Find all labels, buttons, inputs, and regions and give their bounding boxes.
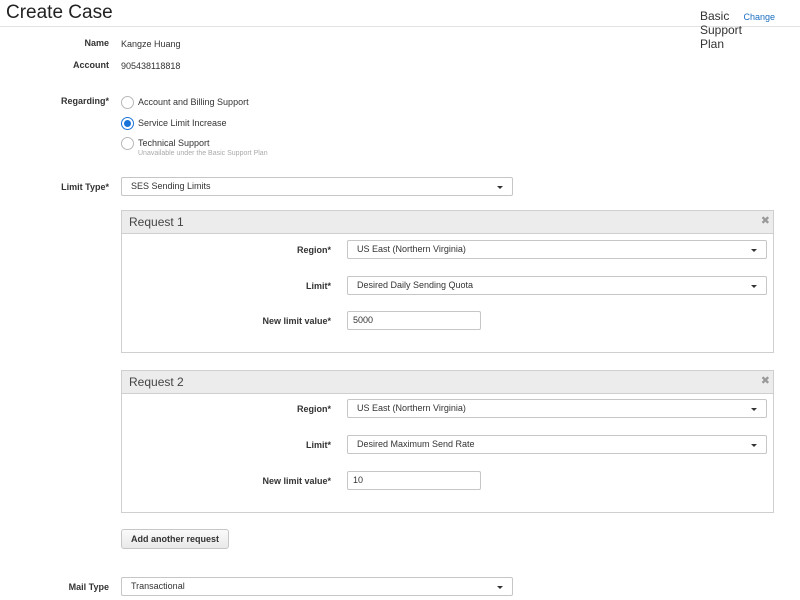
name-value: Kangze Huang [121,39,181,49]
caret-down-icon [751,285,757,288]
region-select[interactable]: US East (Northern Virginia) [347,240,767,259]
support-plan-label: Basic Support Plan [699,9,742,51]
caret-down-icon [751,444,757,447]
mail-type-label: Mail Type [68,582,109,592]
change-plan-link[interactable]: Change [743,12,775,22]
caret-down-icon [751,249,757,252]
account-value: 905438118818 [121,61,181,71]
regarding-label: Regarding* [60,96,109,106]
region-label: Region* [296,404,331,414]
close-icon[interactable]: ✖ [761,216,770,227]
new-limit-input[interactable]: 10 [347,471,481,490]
region-value: US East (Northern Virginia) [357,403,466,413]
radio-button[interactable] [121,137,134,150]
radio-service-limit[interactable]: Service Limit Increase [121,116,227,130]
new-limit-label: New limit value* [262,316,331,326]
panel-title: Request 1 [129,215,184,229]
radio-label: Technical Support [138,138,210,148]
mail-type-value: Transactional [131,581,185,591]
region-label: Region* [296,245,331,255]
radio-label-group: Technical Support Unavailable under the … [138,136,268,158]
limit-value: Desired Daily Sending Quota [357,280,474,290]
panel-header: Request 1 ✖ [122,211,773,234]
limit-type-value: SES Sending Limits [131,181,211,191]
radio-technical-support[interactable]: Technical Support Unavailable under the … [121,136,268,158]
panel-header: Request 2 ✖ [122,371,773,394]
radio-button-selected[interactable] [121,117,134,130]
new-limit-label: New limit value* [262,476,331,486]
account-label: Account [73,60,109,70]
radio-label: Service Limit Increase [138,118,227,128]
radio-label: Account and Billing Support [138,97,249,107]
region-value: US East (Northern Virginia) [357,244,466,254]
panel-title: Request 2 [129,375,184,389]
limit-select[interactable]: Desired Maximum Send Rate [347,435,767,454]
add-request-button[interactable]: Add another request [121,529,230,549]
radio-account-billing[interactable]: Account and Billing Support [121,95,249,109]
radio-button[interactable] [121,96,134,109]
radio-sublabel: Unavailable under the Basic Support Plan [138,150,268,157]
limit-type-select[interactable]: SES Sending Limits [121,177,513,196]
caret-down-icon [497,186,503,189]
name-label: Name [84,38,109,48]
limit-label: Limit* [305,281,331,291]
limit-value: Desired Maximum Send Rate [357,439,475,449]
limit-type-label: Limit Type* [61,182,109,192]
mail-type-select[interactable]: Transactional [121,577,513,596]
limit-select[interactable]: Desired Daily Sending Quota [347,276,767,295]
caret-down-icon [497,586,503,589]
page-title: Create Case [6,2,113,23]
region-select[interactable]: US East (Northern Virginia) [347,399,767,418]
new-limit-input[interactable]: 5000 [347,311,481,330]
page-header: Create Case Basic Support Plan Change [0,0,800,51]
caret-down-icon [751,408,757,411]
close-icon[interactable]: ✖ [761,376,770,387]
limit-label: Limit* [305,440,331,450]
